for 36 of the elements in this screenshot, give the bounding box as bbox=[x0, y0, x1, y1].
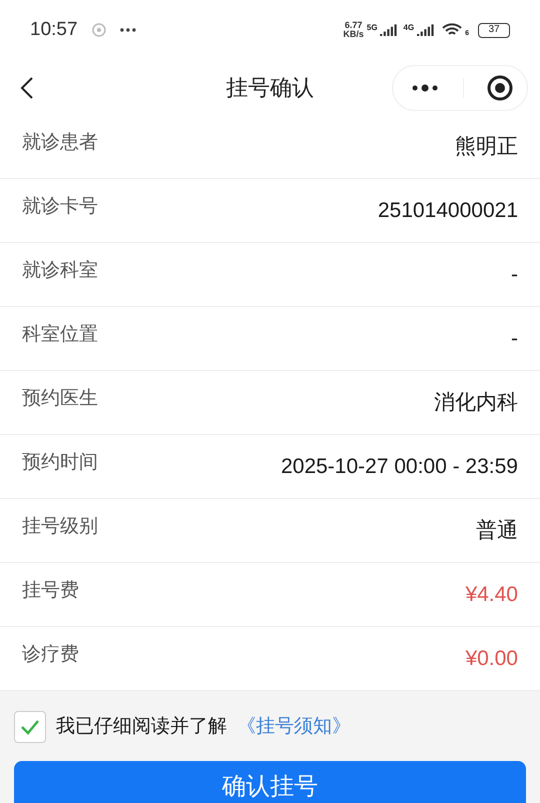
check-icon bbox=[20, 719, 40, 735]
field-label: 预约时间 bbox=[22, 451, 98, 476]
field-value: 普通 bbox=[476, 518, 518, 544]
page-title: 挂号确认 bbox=[226, 74, 314, 102]
field-value: 251014000021 bbox=[378, 198, 518, 224]
field-value: - bbox=[511, 326, 518, 352]
field-value: - bbox=[511, 262, 518, 288]
agreement-text: 我已仔细阅读并了解 bbox=[56, 714, 227, 739]
field-label: 挂号费 bbox=[22, 579, 79, 604]
network-label: 5G bbox=[366, 22, 378, 34]
field-value: ¥4.40 bbox=[465, 582, 518, 608]
signal-icon bbox=[380, 24, 398, 36]
field-label: 科室位置 bbox=[22, 323, 98, 348]
field-value: 消化内科 bbox=[434, 390, 518, 416]
back-icon[interactable] bbox=[20, 76, 34, 100]
speed-unit: KB/s bbox=[343, 30, 364, 39]
field-value: 熊明正 bbox=[455, 134, 518, 160]
field-value: 2025-10-27 00:00 - 23:59 bbox=[280, 454, 518, 480]
field-label: 就诊患者 bbox=[22, 131, 98, 156]
agreement-checkbox[interactable] bbox=[14, 711, 46, 743]
network-label: 4G bbox=[403, 22, 414, 34]
field-label: 挂号级别 bbox=[22, 515, 98, 540]
wifi-icon bbox=[442, 23, 462, 37]
battery-icon: 37 bbox=[478, 22, 510, 38]
signal-icon bbox=[417, 24, 436, 36]
speed-value: 6.77 bbox=[344, 21, 362, 30]
field-label: 就诊卡号 bbox=[22, 195, 98, 220]
field-value: ¥0.00 bbox=[465, 646, 518, 672]
notice-link[interactable]: 《挂号须知》 bbox=[237, 712, 351, 742]
target-icon bbox=[92, 23, 106, 37]
more-icon bbox=[120, 28, 136, 32]
field-label: 就诊科室 bbox=[22, 259, 98, 284]
field-label: 预约医生 bbox=[22, 387, 98, 412]
status-time: 10:57 bbox=[30, 18, 78, 42]
confirm-button[interactable]: 确认挂号 bbox=[14, 761, 526, 803]
field-label: 诊疗费 bbox=[22, 643, 79, 668]
